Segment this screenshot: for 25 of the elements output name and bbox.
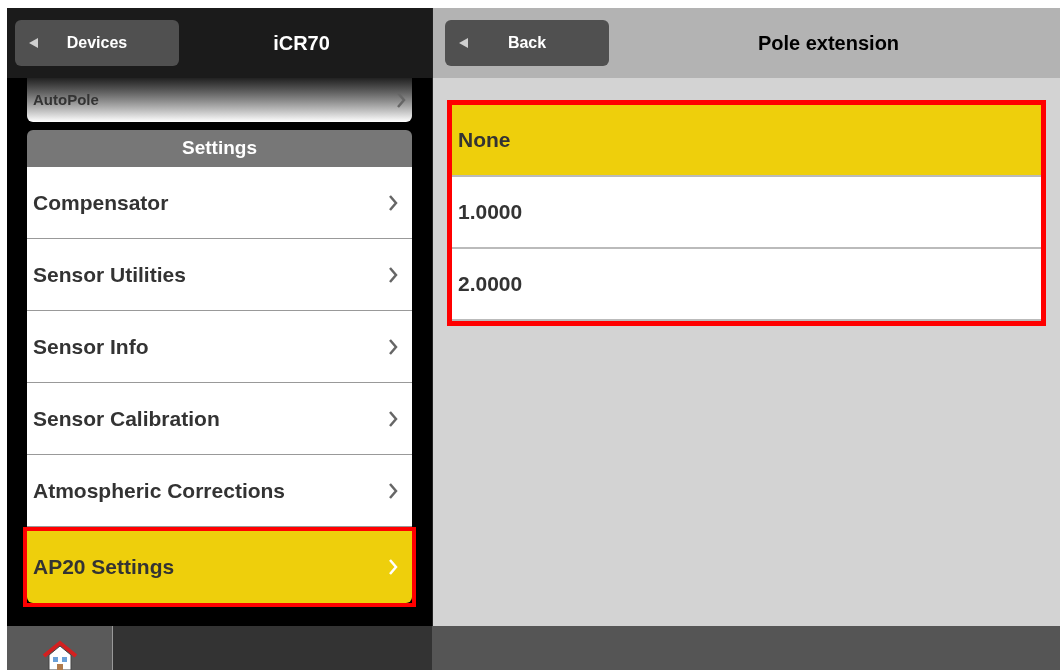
chevron-right-icon	[388, 338, 398, 355]
list-item[interactable]: Atmospheric Corrections	[27, 455, 412, 527]
option-item[interactable]: None	[452, 105, 1041, 177]
chevron-right-icon	[388, 559, 398, 575]
panel-title: Pole extension	[756, 31, 901, 56]
chevron-right-icon	[388, 482, 398, 499]
left-triangle-icon	[459, 38, 468, 48]
left-triangle-icon	[29, 38, 38, 48]
panel-title: iCR70	[272, 31, 331, 56]
back-button[interactable]: Back	[445, 20, 609, 66]
list-item[interactable]: Compensator	[27, 167, 412, 239]
list-item[interactable]: Sensor Utilities	[27, 239, 412, 311]
list-item[interactable]: Sensor Info	[27, 311, 412, 383]
chevron-right-icon	[388, 410, 398, 427]
list-item[interactable]: AP20 Settings	[27, 531, 412, 603]
home-button[interactable]	[7, 626, 113, 670]
chevron-right-icon	[396, 92, 406, 108]
option-item[interactable]: 1.0000	[452, 177, 1041, 249]
list-item[interactable]: AutoPole	[27, 78, 412, 122]
section-header: Settings	[27, 130, 412, 167]
list-item[interactable]: Sensor Calibration	[27, 383, 412, 455]
back-button[interactable]: Devices	[15, 20, 179, 66]
option-item[interactable]: 2.0000	[452, 249, 1041, 321]
chevron-right-icon	[388, 194, 398, 211]
chevron-right-icon	[388, 266, 398, 283]
